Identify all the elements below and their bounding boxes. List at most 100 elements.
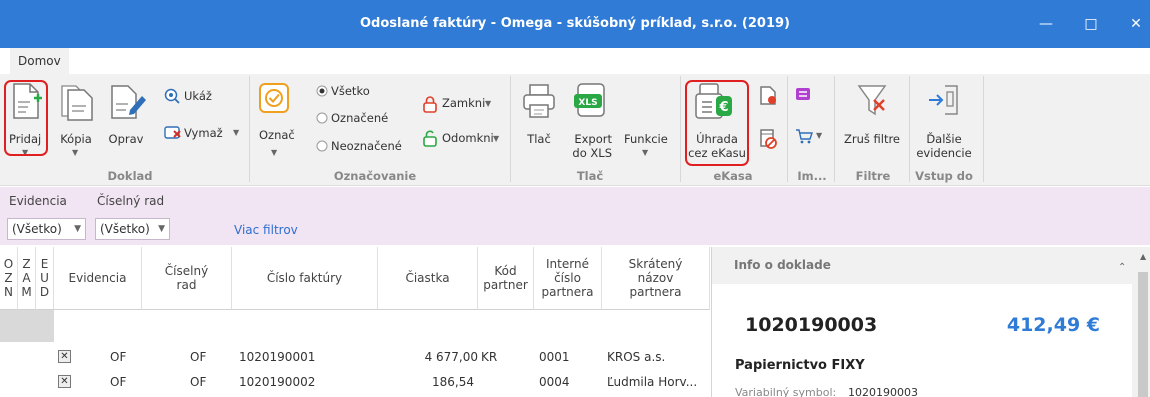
evidencia-filter-select[interactable]: (Všetko) ▼ bbox=[7, 218, 86, 240]
column-header-eud[interactable]: E U D bbox=[36, 247, 54, 310]
column-header-interne-cislo[interactable]: Interné číslo partnera bbox=[534, 247, 602, 310]
cell-partner: 0001 bbox=[539, 350, 570, 364]
radio-vsetko-label[interactable]: Všetko bbox=[331, 84, 370, 98]
grid-filter-row[interactable] bbox=[0, 310, 710, 342]
zamkni-button[interactable]: Zamkni bbox=[442, 96, 485, 110]
cancel-receipt-icon[interactable] bbox=[758, 128, 778, 150]
header-line: Číselný bbox=[164, 264, 209, 278]
vymaz-button[interactable]: Vymaž bbox=[184, 126, 223, 140]
column-header-rad[interactable]: Číselný rad bbox=[142, 247, 232, 310]
column-header-ozn[interactable]: O Z N bbox=[0, 247, 18, 310]
group-oznacovanie-label: Označovanie bbox=[333, 169, 417, 183]
eye-search-icon bbox=[164, 88, 180, 104]
partner-name: Papiernictvo FIXY bbox=[735, 358, 865, 373]
group-filtre-label: Filtre bbox=[855, 169, 891, 183]
cell-ciastka: 4 677,00 bbox=[424, 350, 478, 364]
mark-check-icon bbox=[259, 83, 289, 113]
radio-icon[interactable] bbox=[316, 140, 328, 152]
info-card bbox=[712, 284, 1132, 397]
column-header-evidencia[interactable]: Evidencia bbox=[54, 247, 142, 310]
cart-icon[interactable] bbox=[795, 128, 813, 144]
tlac-button[interactable]: Tlač bbox=[525, 132, 553, 146]
collapse-chevron-icon[interactable]: ⌃ bbox=[1118, 262, 1126, 273]
document-record-icon[interactable] bbox=[758, 85, 778, 107]
zrus-filtre-button[interactable]: Zruš filtre bbox=[842, 132, 902, 146]
vs-value: 1020190003 bbox=[848, 386, 918, 397]
rad-filter-select[interactable]: (Všetko) ▼ bbox=[95, 218, 170, 240]
more-filters-link[interactable]: Viac filtrov bbox=[234, 223, 298, 237]
tab-domov[interactable]: Domov bbox=[10, 48, 69, 75]
minimize-button[interactable]: — bbox=[1034, 14, 1058, 34]
window-title: Odoslané faktúry - Omega - skúšobný prík… bbox=[360, 16, 790, 31]
tab-vzhlad[interactable]: Vzhľad bbox=[198, 50, 256, 72]
cell-cislo: 1020190002 bbox=[239, 375, 316, 389]
printer-icon bbox=[523, 84, 555, 118]
doc-number: 1020190003 bbox=[745, 314, 878, 336]
close-button[interactable]: ✕ bbox=[1124, 14, 1148, 34]
radio-oznacene-label[interactable]: Označené bbox=[331, 111, 388, 125]
excel-export-icon: XLS bbox=[574, 83, 605, 117]
odomkni-button[interactable]: Odomkni bbox=[442, 131, 494, 145]
kopia-button[interactable]: Kópia bbox=[60, 132, 92, 146]
vs-label: Variabilný symbol: bbox=[735, 386, 837, 397]
export-line-2: do XLS bbox=[572, 146, 612, 160]
radio-icon[interactable] bbox=[316, 112, 328, 124]
evidencia-filter-value: (Všetko) bbox=[12, 222, 62, 236]
scrollbar-thumb[interactable] bbox=[1138, 272, 1148, 397]
tab-hromadne-zmeny[interactable]: Hromadné zmeny bbox=[84, 50, 207, 72]
row-checkbox[interactable]: ✕ bbox=[58, 375, 71, 388]
scroll-up-icon[interactable]: ▲ bbox=[1140, 252, 1146, 261]
chevron-down-icon: ▼ bbox=[271, 148, 278, 157]
dalsie-line-1: Ďalšie bbox=[926, 132, 962, 146]
group-vstup-label: Vstup do bbox=[915, 169, 973, 183]
chevron-down-icon: ▼ bbox=[485, 99, 492, 108]
oprav-button[interactable]: Oprav bbox=[108, 132, 144, 146]
cell-mena: KR bbox=[481, 350, 498, 364]
info-panel-title: Info o doklade bbox=[734, 258, 831, 272]
chevron-down-icon: ▼ bbox=[493, 134, 500, 143]
cell-evidencia: OF bbox=[110, 350, 127, 364]
import-icon[interactable] bbox=[795, 86, 811, 102]
group-separator bbox=[909, 76, 910, 182]
group-separator bbox=[787, 76, 788, 182]
header-letter: U bbox=[40, 271, 49, 285]
group-separator bbox=[680, 76, 681, 182]
radio-selected-icon[interactable] bbox=[316, 85, 328, 97]
header-line: Interné bbox=[546, 257, 589, 271]
column-header-zam[interactable]: Z A M bbox=[18, 247, 36, 310]
group-separator bbox=[510, 76, 511, 182]
info-scrollbar[interactable] bbox=[1137, 262, 1150, 397]
delete-icon bbox=[164, 126, 181, 139]
header-letter: N bbox=[4, 285, 13, 299]
chevron-down-icon: ▼ bbox=[74, 224, 81, 234]
funkcie-button[interactable]: Funkcie bbox=[624, 132, 668, 146]
pridaj-button[interactable] bbox=[4, 80, 48, 156]
header-letter: A bbox=[22, 271, 31, 285]
column-header-skrateny-nazov[interactable]: Skrátený názov partnera bbox=[602, 247, 710, 310]
column-header-ciastka[interactable]: Čiastka bbox=[378, 247, 478, 310]
cell-evidencia: OF bbox=[110, 375, 127, 389]
maximize-button[interactable]: □ bbox=[1079, 14, 1103, 34]
header-letter: D bbox=[39, 285, 50, 299]
group-separator bbox=[983, 76, 984, 182]
group-doklad-label: Doklad bbox=[107, 169, 153, 183]
rad-filter-value: (Všetko) bbox=[100, 222, 150, 236]
dalsie-evidencie-button[interactable]: Ďalšie evidencie bbox=[912, 132, 976, 160]
header-letter: Z bbox=[22, 257, 31, 271]
ukaz-button[interactable]: Ukáž bbox=[184, 89, 212, 103]
column-header-kod-partner[interactable]: Kód partner bbox=[478, 247, 534, 310]
rad-filter-label: Číselný rad bbox=[97, 194, 165, 208]
header-line: Skrátený bbox=[628, 257, 683, 271]
group-ekasa-label: eKasa bbox=[713, 169, 753, 183]
row-checkbox[interactable]: ✕ bbox=[58, 350, 71, 363]
filter-bar bbox=[0, 187, 1150, 245]
dalsie-line-2: evidencie bbox=[916, 146, 972, 160]
header-line: číslo bbox=[554, 271, 581, 285]
export-xls-button[interactable]: Export do XLS bbox=[572, 132, 612, 160]
header-line: názov bbox=[637, 271, 674, 285]
oznac-button[interactable]: Označ bbox=[259, 128, 295, 142]
column-header-cislo[interactable]: Číslo faktúry bbox=[232, 247, 378, 310]
evidencia-filter-label: Evidencia bbox=[9, 194, 67, 208]
radio-neoznacene-label[interactable]: Neoznačené bbox=[331, 139, 402, 153]
uhrada-ekasa-button[interactable] bbox=[685, 80, 749, 166]
